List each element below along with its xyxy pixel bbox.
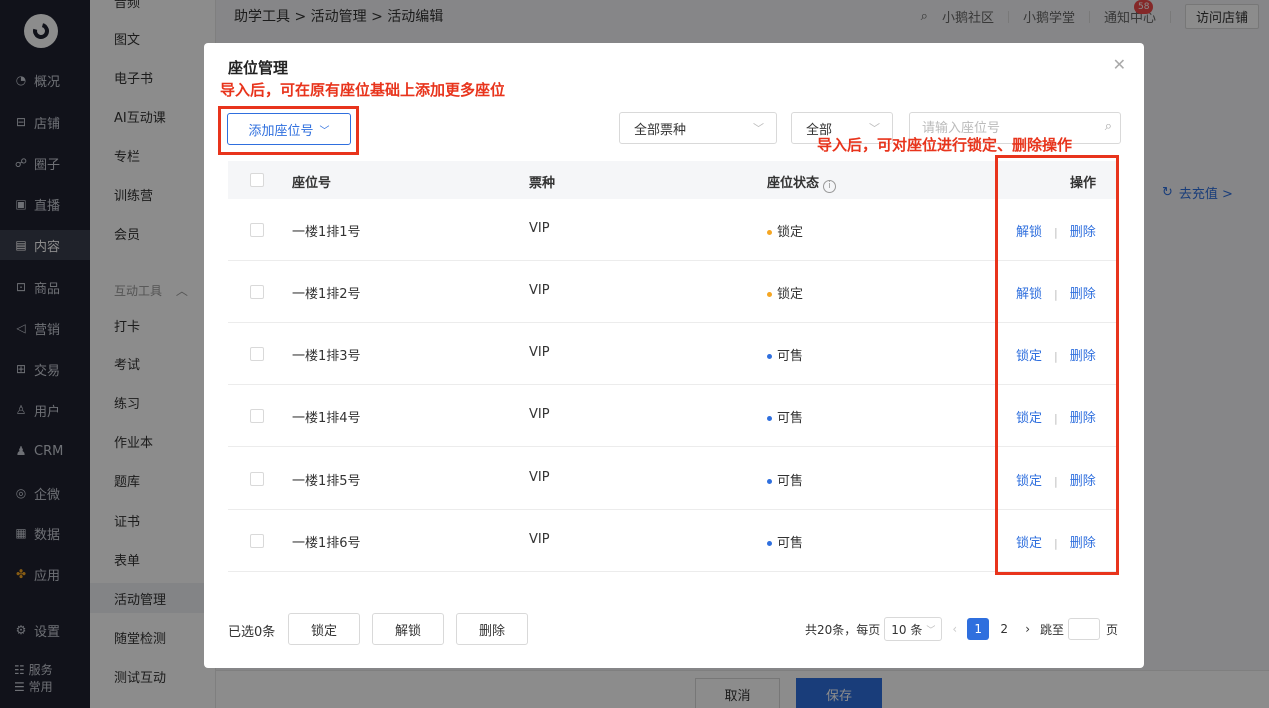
column-header-ticket: 票种 [529,176,556,191]
ticket-type-value: 全部票种 [634,122,687,138]
info-icon[interactable]: i [823,180,837,193]
page-2[interactable]: 2 [993,618,1015,640]
ticket-type: VIP [529,407,550,422]
seat-status: 锁定 [767,221,803,240]
page-size-select[interactable]: 10 条 ﹀ [884,617,943,641]
add-seat-button[interactable]: 添加座位号 ﹀ [227,113,351,145]
annotation-note-top: 导入后，可在原有座位基础上添加更多座位 [220,81,506,99]
status-dot [767,541,772,546]
selected-count: 已选0条 [228,625,276,640]
seat-number: 一楼1排1号 [292,225,361,240]
modal-title: 座位管理 [228,59,289,77]
close-icon[interactable]: ✕ [1113,55,1126,74]
seat-number: 一楼1排5号 [292,474,361,489]
table-row: 一楼1排2号 VIP 锁定 解锁 | 删除 [228,261,1117,323]
row-checkbox[interactable] [250,534,264,548]
row-checkbox[interactable] [250,347,264,361]
seat-status: 可售 [767,407,803,426]
seat-status: 锁定 [767,283,803,302]
page-unit-label: 页 [1106,622,1119,637]
next-page-icon[interactable]: › [1025,622,1030,636]
ticket-type: VIP [529,470,550,485]
row-checkbox[interactable] [250,472,264,486]
batch-lock-button[interactable]: 锁定 [288,613,360,645]
ticket-type: VIP [529,532,550,547]
add-seat-label: 添加座位号 [248,123,314,139]
table-row: 一楼1排3号 VIP 可售 锁定 | 删除 [228,323,1117,385]
total-count: 共20条，每页 [805,622,881,637]
pagination: 共20条，每页 10 条 ﹀ ‹ 1 2 › 跳至 页 [805,613,1118,645]
status-dot [767,230,772,235]
ticket-type: VIP [529,345,550,360]
seat-number: 一楼1排4号 [292,411,361,426]
column-header-status: 座位状态 i [767,172,837,193]
seat-status: 可售 [767,345,803,364]
page-1[interactable]: 1 [967,618,990,640]
batch-delete-button[interactable]: 删除 [456,613,528,645]
status-dot [767,479,772,484]
ticket-type: VIP [529,221,550,236]
status-dot [767,416,772,421]
select-all-checkbox[interactable] [250,173,264,187]
seat-status-label: 可售 [777,411,804,426]
seat-number: 一楼1排6号 [292,536,361,551]
page-size-value: 10 条 [891,622,923,637]
ticket-type: VIP [529,283,550,298]
row-checkbox[interactable] [250,285,264,299]
chevron-down-icon: ﹀ [319,125,330,137]
jump-label: 跳至 [1040,622,1065,637]
seat-status-label: 可售 [777,474,804,489]
column-header-seat: 座位号 [292,176,332,191]
seat-status: 可售 [767,470,803,489]
search-icon[interactable]: ⌕ [1105,119,1112,134]
seat-status-label: 锁定 [777,287,804,302]
chevron-down-icon: ﹀ [926,625,936,636]
table-row: 一楼1排5号 VIP 可售 锁定 | 删除 [228,448,1117,510]
row-checkbox[interactable] [250,409,264,423]
seat-status-label: 锁定 [777,225,804,240]
seat-number: 一楼1排3号 [292,349,361,364]
column-header-status-label: 座位状态 [767,176,820,191]
annotation-note-right: 导入后，可对座位进行锁定、删除操作 [817,136,1073,154]
seat-status-label: 可售 [777,349,804,364]
table-row: 一楼1排4号 VIP 可售 锁定 | 删除 [228,385,1117,447]
table-row: 一楼1排1号 VIP 锁定 解锁 | 删除 [228,199,1117,261]
seat-status-label: 可售 [777,536,804,551]
batch-unlock-button[interactable]: 解锁 [372,613,444,645]
page-jump-input[interactable] [1068,618,1101,640]
seat-management-modal: 座位管理 ✕ 导入后，可在原有座位基础上添加更多座位 添加座位号 ﹀ 全部票种 … [204,43,1144,668]
status-dot [767,292,772,297]
seat-number: 一楼1排2号 [292,287,361,302]
table-row: 一楼1排6号 VIP 可售 锁定 | 删除 [228,510,1117,572]
seat-status: 可售 [767,532,803,551]
ticket-type-select[interactable]: 全部票种 ﹀ [619,112,777,144]
row-checkbox[interactable] [250,223,264,237]
chevron-down-icon: ﹀ [753,122,764,135]
table-header: 座位号 票种 座位状态 i 操作 [228,161,1117,199]
status-dot [767,354,772,359]
annotation-box-ops [995,155,1119,575]
prev-page-icon[interactable]: ‹ [952,622,957,636]
